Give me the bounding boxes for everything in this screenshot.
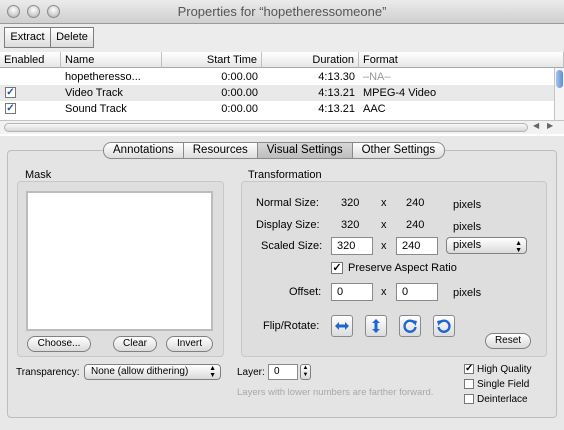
choose-mask-button[interactable]: Choose... [27, 336, 91, 352]
tab-bar: Annotations Resources Visual Settings Ot… [103, 142, 446, 159]
times-sign: x [381, 219, 387, 231]
column-header-start-time[interactable]: Start Time [162, 52, 262, 68]
invert-mask-button[interactable]: Invert [166, 336, 213, 352]
preserve-aspect-checkbox[interactable]: ✓ [331, 262, 343, 274]
high-quality-label: High Quality [477, 364, 532, 375]
tab-resources[interactable]: Resources [182, 142, 258, 159]
normal-height-value: 240 [406, 197, 425, 209]
window-title: Properties for “hopetheressomeone” [177, 4, 387, 19]
layer-hint: Layers with lower numbers are farther fo… [237, 387, 434, 398]
display-width-value: 320 [341, 219, 360, 231]
track-start-time: 0:00.00 [221, 103, 258, 115]
layer-field[interactable]: 0 [268, 364, 298, 380]
normal-size-label: Normal Size: [256, 197, 319, 209]
vertical-scroll-thumb[interactable] [556, 70, 563, 88]
transformation-group-title: Transformation [248, 169, 322, 181]
flip-horizontal-icon[interactable] [331, 315, 353, 337]
offset-unit: pixels [453, 287, 482, 299]
track-name: Sound Track [65, 103, 127, 115]
scaled-width-field[interactable]: 320 [331, 237, 373, 255]
track-name: Video Track [65, 87, 123, 99]
mask-group-title: Mask [25, 169, 52, 181]
times-sign: x [381, 197, 387, 209]
rotate-clockwise-icon[interactable] [399, 315, 421, 337]
track-format: AAC [363, 103, 386, 115]
tab-visual-settings[interactable]: Visual Settings [256, 142, 353, 159]
normal-width-value: 320 [341, 197, 360, 209]
rotate-counterclockwise-icon[interactable] [433, 315, 455, 337]
display-size-unit: pixels [453, 221, 482, 233]
track-duration: 4:13.21 [318, 87, 355, 99]
tab-annotations[interactable]: Annotations [103, 142, 184, 159]
preserve-aspect-label: Preserve Aspect Ratio [348, 262, 457, 274]
display-size-label: Display Size: [256, 219, 320, 231]
track-start-time: 0:00.00 [221, 87, 258, 99]
layer-label: Layer: [237, 367, 265, 378]
display-height-value: 240 [406, 219, 425, 231]
delete-button[interactable]: Delete [50, 27, 94, 48]
reset-button[interactable]: Reset [485, 333, 531, 349]
high-quality-checkbox[interactable]: ✓ [464, 364, 474, 374]
extract-button[interactable]: Extract [4, 27, 51, 48]
scroll-left-arrow-icon[interactable]: ◀ [533, 121, 539, 130]
deinterlace-label: Deinterlace [477, 394, 528, 405]
track-enabled-checkbox[interactable]: ✓ [5, 103, 16, 114]
column-header-name[interactable]: Name [61, 52, 162, 68]
flip-rotate-label: Flip/Rotate: [263, 320, 320, 332]
table-horizontal-scrollbar[interactable]: ◀ ▶ [0, 120, 564, 134]
table-vertical-scrollbar[interactable] [554, 68, 564, 120]
offset-y-field[interactable]: 0 [396, 283, 438, 301]
layer-stepper[interactable]: ▲ ▼ [300, 364, 311, 380]
table-row[interactable]: ✓ Sound Track 0:00.00 4:13.21 AAC [0, 101, 554, 117]
popup-arrows-icon: ▲ ▼ [209, 365, 216, 379]
track-format: –NA– [363, 71, 391, 83]
tab-other-settings[interactable]: Other Settings [351, 142, 446, 159]
transparency-value: None (allow dithering) [91, 366, 189, 377]
horizontal-scroll-thumb[interactable] [4, 123, 528, 132]
mask-image-well[interactable] [26, 191, 213, 331]
scaled-unit-popup[interactable]: pixels ▲ ▼ [446, 237, 527, 254]
table-row[interactable]: hopetheresso... 0:00.00 4:13.30 –NA– [0, 69, 554, 85]
offset-x-field[interactable]: 0 [331, 283, 373, 301]
single-field-checkbox[interactable] [464, 379, 474, 389]
transparency-popup[interactable]: None (allow dithering) ▲ ▼ [84, 364, 221, 380]
times-sign: x [381, 240, 387, 252]
track-duration: 4:13.21 [318, 103, 355, 115]
clear-mask-button[interactable]: Clear [113, 336, 157, 352]
times-sign: x [381, 286, 387, 298]
popup-arrows-icon: ▲ ▼ [515, 240, 522, 254]
flip-vertical-icon[interactable] [365, 315, 387, 337]
table-row[interactable]: ✓ Video Track 0:00.00 4:13.21 MPEG-4 Vid… [0, 85, 554, 101]
deinterlace-checkbox[interactable] [464, 394, 474, 404]
transparency-label: Transparency: [16, 367, 80, 378]
scaled-size-label: Scaled Size: [261, 240, 323, 252]
offset-label: Offset: [289, 286, 322, 298]
track-duration: 4:13.30 [318, 71, 355, 83]
scaled-height-field[interactable]: 240 [396, 237, 438, 255]
column-header-duration[interactable]: Duration [262, 52, 359, 68]
track-format: MPEG-4 Video [363, 87, 437, 99]
track-name: hopetheresso... [65, 71, 141, 83]
column-header-format[interactable]: Format [359, 52, 564, 68]
column-header-enabled[interactable]: Enabled [0, 52, 61, 68]
scroll-right-arrow-icon[interactable]: ▶ [547, 121, 553, 130]
single-field-label: Single Field [477, 379, 530, 390]
normal-size-unit: pixels [453, 199, 482, 211]
track-start-time: 0:00.00 [221, 71, 258, 83]
track-enabled-checkbox[interactable]: ✓ [5, 87, 16, 98]
scaled-unit-value: pixels [453, 239, 482, 251]
